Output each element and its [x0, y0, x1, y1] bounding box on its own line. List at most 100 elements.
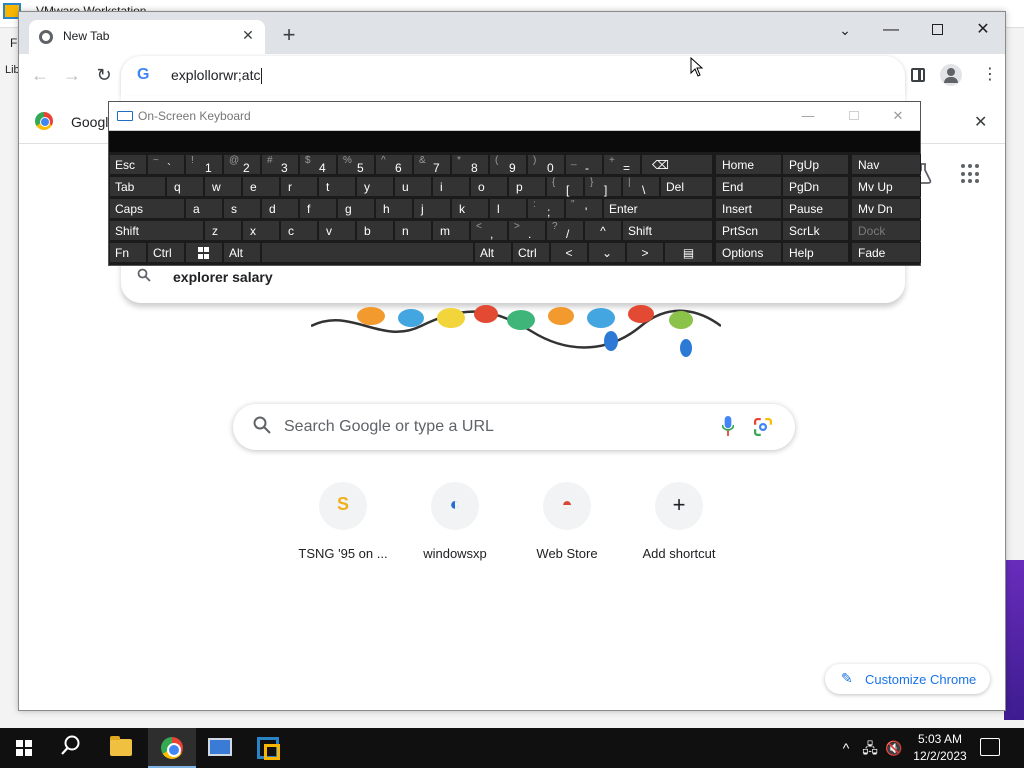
start-button[interactable] [0, 728, 48, 768]
maximize-button[interactable] [917, 16, 957, 44]
vmware-menu-fragment[interactable]: F [10, 36, 17, 50]
suggestion-row[interactable]: explorer salary [121, 262, 905, 294]
key-help[interactable]: Help [782, 242, 849, 263]
close-window-button[interactable]: ✕ [963, 16, 1003, 44]
key-j[interactable]: j [413, 198, 451, 219]
osk-maximize-button[interactable] [840, 106, 868, 126]
key-prtscn[interactable]: PrtScn [715, 220, 782, 241]
key-g[interactable]: g [337, 198, 375, 219]
notice-close-icon[interactable]: ✕ [974, 112, 987, 132]
key-backslash[interactable]: | \ [622, 176, 660, 197]
customize-chrome-button[interactable]: ✎ Customize Chrome [825, 664, 990, 694]
key-ctrl-right[interactable]: Ctrl [512, 242, 550, 263]
key-del[interactable]: Del [660, 176, 713, 197]
back-button[interactable]: ← [27, 62, 53, 88]
google-apps-icon[interactable] [961, 164, 981, 184]
key-o[interactable]: o [470, 176, 508, 197]
search-box[interactable]: Search Google or type a URL [233, 404, 795, 450]
key-esc[interactable]: Esc [109, 154, 147, 175]
new-tab-button[interactable]: + [277, 24, 301, 48]
key-y[interactable]: y [356, 176, 394, 197]
key-equals[interactable]: + = [603, 154, 641, 175]
minimize-button[interactable]: — [871, 16, 911, 44]
key-v[interactable]: v [318, 220, 356, 241]
key-8[interactable]: * 8 [451, 154, 489, 175]
forward-button[interactable]: → [59, 62, 85, 88]
key-tab[interactable]: Tab [109, 176, 166, 197]
chrome-menu-icon[interactable]: ⋮ [979, 64, 1001, 86]
shortcut-add[interactable]: + Add shortcut [623, 482, 735, 582]
key-q[interactable]: q [166, 176, 204, 197]
key-space[interactable] [261, 242, 474, 263]
key-pause[interactable]: Pause [782, 198, 849, 219]
key-right[interactable]: > [626, 242, 664, 263]
tab-close-icon[interactable]: ✕ [239, 26, 257, 44]
key-menu[interactable]: ▤ [664, 242, 713, 263]
osk-titlebar[interactable]: On-Screen Keyboard — ✕ [109, 102, 920, 131]
key-alt-right[interactable]: Alt [474, 242, 512, 263]
key-p[interactable]: p [508, 176, 546, 197]
tab-new-tab[interactable]: New Tab ✕ [29, 20, 265, 54]
key-down[interactable]: ⌄ [588, 242, 626, 263]
osk-close-button[interactable]: ✕ [884, 106, 912, 126]
key-alt-left[interactable]: Alt [223, 242, 261, 263]
key-k[interactable]: k [451, 198, 489, 219]
key-caps[interactable]: Caps [109, 198, 185, 219]
key-period[interactable]: >. [508, 220, 546, 241]
profile-avatar-icon[interactable] [940, 64, 962, 86]
shortcut-web-store[interactable]: ◓ Web Store [511, 482, 623, 582]
key-nav[interactable]: Nav [851, 154, 921, 175]
key-shift-right[interactable]: Shift [622, 220, 713, 241]
key-right-bracket[interactable]: }] [584, 176, 622, 197]
key-end[interactable]: End [715, 176, 782, 197]
tab-search-chevron-icon[interactable]: ⌄ [825, 16, 865, 44]
taskbar-file-explorer[interactable] [98, 728, 146, 768]
key-tilde[interactable]: ~ ` [147, 154, 185, 175]
key-insert[interactable]: Insert [715, 198, 782, 219]
show-hidden-icons-chevron-icon[interactable]: ^ [836, 728, 856, 768]
shortcut-tsng[interactable]: S TSNG '95 on ... [287, 482, 399, 582]
network-icon[interactable]: 🖧 [860, 728, 880, 768]
side-panel-icon[interactable] [911, 68, 925, 82]
key-scrlk[interactable]: ScrLk [782, 220, 849, 241]
key-quote[interactable]: " ' [565, 198, 603, 219]
clock[interactable]: 5:03 AM 12/2/2023 [904, 731, 976, 765]
key-6[interactable]: ^ 6 [375, 154, 413, 175]
key-ctrl-left[interactable]: Ctrl [147, 242, 185, 263]
key-x[interactable]: x [242, 220, 280, 241]
key-fade[interactable]: Fade [851, 242, 921, 263]
google-doodle[interactable] [311, 296, 721, 366]
google-lens-icon[interactable] [754, 418, 772, 436]
key-5[interactable]: % 5 [337, 154, 375, 175]
key-comma[interactable]: <, [470, 220, 508, 241]
key-h[interactable]: h [375, 198, 413, 219]
key-f[interactable]: f [299, 198, 337, 219]
taskbar-remote-desktop[interactable] [196, 728, 244, 768]
key-enter[interactable]: Enter [603, 198, 713, 219]
key-m[interactable]: m [432, 220, 470, 241]
key-up[interactable]: ^ [584, 220, 622, 241]
search-input[interactable]: Search Google or type a URL [284, 418, 494, 436]
key-backspace[interactable]: ⌫ [641, 154, 713, 175]
key-mv-up[interactable]: Mv Up [851, 176, 921, 197]
key-0[interactable]: ) 0 [527, 154, 565, 175]
key-9[interactable]: (9 [489, 154, 527, 175]
key-u[interactable]: u [394, 176, 432, 197]
volume-muted-icon[interactable]: 🔇 [884, 728, 904, 768]
key-semicolon[interactable]: :; [527, 198, 565, 219]
key-7[interactable]: & 7 [413, 154, 451, 175]
taskbar-search-button[interactable] [48, 728, 96, 768]
key-left[interactable]: < [550, 242, 588, 263]
key-d[interactable]: d [261, 198, 299, 219]
address-bar[interactable]: G explollorwr;atc [121, 56, 905, 96]
key-1[interactable]: ! 1 [185, 154, 223, 175]
shortcut-windowsxp[interactable]: ◐ windowsxp [399, 482, 511, 582]
key-fn[interactable]: Fn [109, 242, 147, 263]
microphone-icon[interactable] [722, 416, 734, 436]
key-w[interactable]: w [204, 176, 242, 197]
key-mv-dn[interactable]: Mv Dn [851, 198, 921, 219]
key-shift-left[interactable]: Shift [109, 220, 204, 241]
key-t[interactable]: t [318, 176, 356, 197]
key-dock[interactable]: Dock [851, 220, 921, 241]
address-input[interactable]: explollorwr;atc [171, 67, 263, 85]
